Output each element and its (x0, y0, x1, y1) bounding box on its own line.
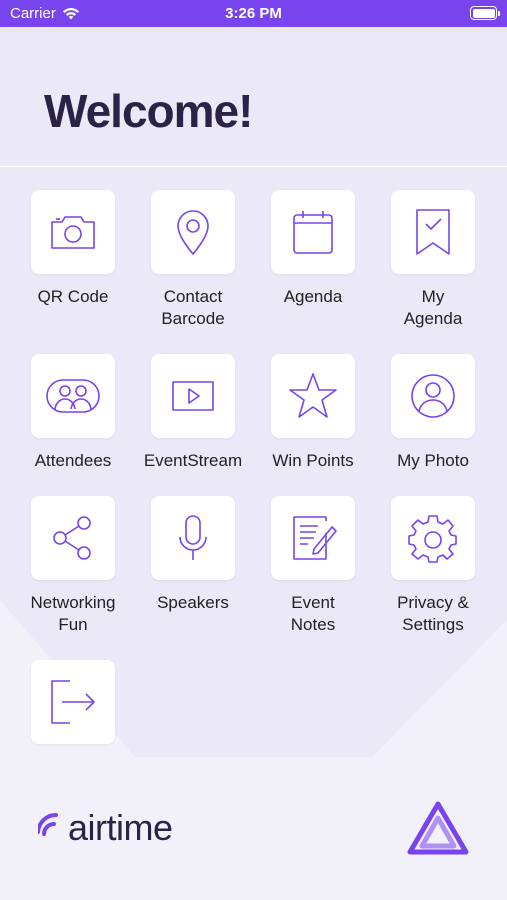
header-divider (0, 166, 507, 167)
battery-icon (470, 6, 500, 20)
tile-attendees-box[interactable] (31, 354, 115, 438)
calendar-icon (293, 211, 333, 254)
triangle-logo-icon (407, 801, 469, 855)
tile-label: My Photo (397, 451, 469, 470)
tile-agenda[interactable]: Agenda (253, 190, 373, 308)
attendees-icon (46, 379, 100, 413)
tile-label: Privacy & Settings (397, 593, 469, 634)
tile-contact-barcode-box[interactable] (151, 190, 235, 274)
tile-my-agenda[interactable]: My Agenda (373, 190, 493, 330)
gear-icon (408, 515, 457, 563)
tile-win-points-box[interactable] (271, 354, 355, 438)
microphone-icon (179, 515, 207, 560)
tile-label: EventStream (143, 451, 243, 470)
page-title: Welcome! (44, 85, 253, 137)
logout-icon (51, 680, 95, 724)
tile-label: My Agenda (403, 287, 463, 328)
tile-my-agenda-box[interactable] (391, 190, 475, 274)
status-bar: Carrier 3:26 PM (0, 0, 507, 27)
tile-label: QR Code (37, 287, 109, 306)
tile-label: Event Notes (290, 593, 336, 634)
bookmark-check-icon (416, 209, 450, 255)
tile-event-notes[interactable]: Event Notes (253, 496, 373, 636)
clock: 3:26 PM (225, 5, 282, 22)
tile-agenda-box[interactable] (271, 190, 355, 274)
video-play-icon (172, 381, 214, 411)
tile-win-points[interactable]: Win Points (253, 354, 373, 472)
tile-privacy-settings[interactable]: Privacy & Settings (373, 496, 493, 636)
tile-qr-code[interactable]: QR Code (13, 190, 133, 308)
tile-eventstream-box[interactable] (151, 354, 235, 438)
tile-my-photo-box[interactable] (391, 354, 475, 438)
map-pin-icon (177, 210, 209, 256)
tile-speakers[interactable]: Speakers (133, 496, 253, 614)
tile-logout[interactable] (13, 660, 133, 744)
tile-eventstream[interactable]: EventStream (133, 354, 253, 472)
airtime-logo-icon (38, 812, 58, 836)
brand-word: airtime (68, 807, 173, 848)
tile-label: Speakers (157, 593, 229, 612)
tile-speakers-box[interactable] (151, 496, 235, 580)
camera-icon (51, 216, 95, 249)
airtime-logo: airtime (38, 806, 173, 846)
user-circle-icon (411, 374, 455, 418)
tile-event-notes-box[interactable] (271, 496, 355, 580)
share-icon (53, 516, 91, 560)
notes-edit-icon (293, 516, 337, 560)
tile-label: Networking Fun (30, 593, 116, 634)
star-icon (289, 373, 337, 418)
tile-label: Win Points (272, 451, 354, 470)
tile-label: Contact Barcode (161, 287, 225, 328)
tile-logout-box[interactable] (31, 660, 115, 744)
tile-my-photo[interactable]: My Photo (373, 354, 493, 472)
tile-label: Attendees (34, 451, 112, 470)
tile-attendees[interactable]: Attendees (13, 354, 133, 472)
tile-networking-fun-box[interactable] (31, 496, 115, 580)
tile-privacy-settings-box[interactable] (391, 496, 475, 580)
tile-qr-code-box[interactable] (31, 190, 115, 274)
tile-contact-barcode[interactable]: Contact Barcode (133, 190, 253, 330)
tile-networking-fun[interactable]: Networking Fun (13, 496, 133, 636)
tile-label: Agenda (283, 287, 343, 306)
